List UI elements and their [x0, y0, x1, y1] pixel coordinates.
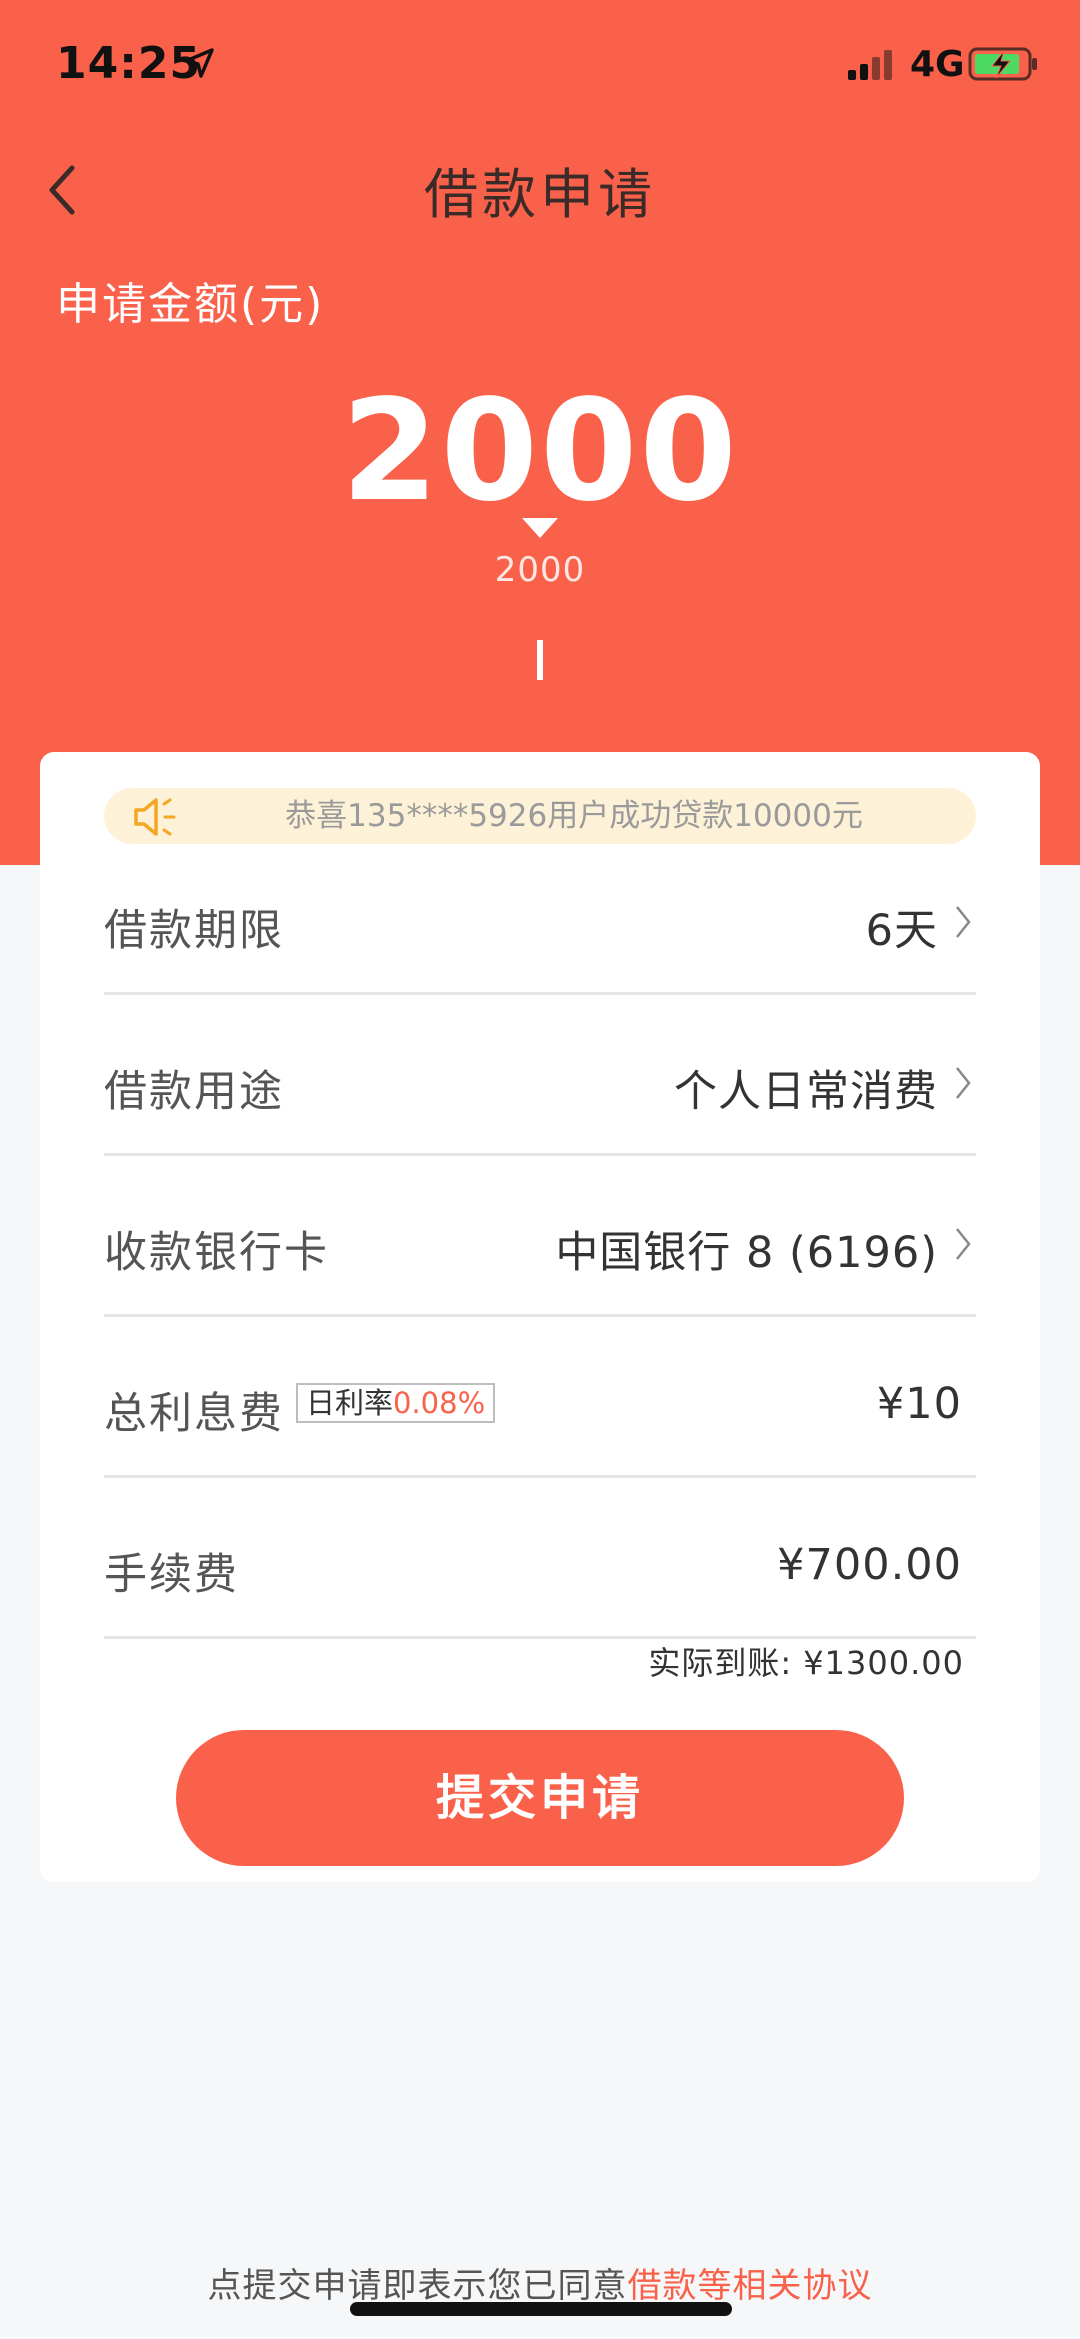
- row-service-fee: 手续费 ¥700.00: [104, 1478, 976, 1639]
- row-label: 总利息费: [104, 1389, 284, 1439]
- row-total-interest: 总利息费 日利率0.08% ¥10: [104, 1317, 976, 1478]
- row-bank-card[interactable]: 收款银行卡 中国银行 8 (6196): [104, 1156, 976, 1317]
- daily-rate-badge: 日利率0.08%: [296, 1383, 496, 1423]
- row-loan-purpose[interactable]: 借款用途 个人日常消费: [104, 995, 976, 1156]
- page-title: 借款申请: [424, 163, 656, 226]
- daily-rate-label: 日利率: [306, 1386, 394, 1420]
- row-value: 个人日常消费: [674, 1067, 938, 1117]
- slider-pointer-icon: [522, 518, 558, 538]
- chevron-right-icon: [956, 1067, 971, 1099]
- row-label: 借款用途: [104, 1067, 284, 1117]
- chevron-right-icon: [956, 1228, 971, 1260]
- row-loan-term[interactable]: 借款期限 6天: [104, 834, 976, 995]
- agreement-text: 点提交申请即表示您已同意借款等相关协议: [0, 2258, 1080, 2307]
- amount-value: 2000: [341, 370, 739, 533]
- submit-application-button[interactable]: 提交申请: [176, 1730, 904, 1866]
- speaker-icon: [134, 798, 176, 836]
- row-value: 中国银行 8 (6196): [555, 1228, 938, 1278]
- amount-label: 申请金额(元): [56, 279, 325, 330]
- row-value: ¥700.00: [777, 1540, 962, 1590]
- location-arrow-icon: [184, 48, 214, 78]
- chevron-right-icon: [956, 906, 971, 938]
- network-type: 4G: [910, 44, 965, 85]
- loan-details-card: 恭喜135****5926用户成功贷款10000元 借款期限 6天 借款用途 个…: [40, 752, 1040, 1882]
- signal-icon: [848, 50, 892, 80]
- home-indicator[interactable]: [350, 2302, 732, 2316]
- loan-application-screen: 14:25 4G 借款申请 申请金额(元) 2000 2000 恭喜135***…: [0, 0, 1080, 2339]
- slider-value: 2000: [494, 550, 586, 590]
- amount-slider[interactable]: [537, 640, 543, 680]
- row-value: ¥10: [876, 1379, 962, 1429]
- row-label: 手续费: [104, 1550, 239, 1600]
- actual-received-amount: 实际到账: ¥1300.00: [648, 1644, 964, 1682]
- row-value: 6天: [865, 906, 938, 956]
- agreement-prefix: 点提交申请即表示您已同意: [207, 2266, 628, 2306]
- notice-text: 恭喜135****5926用户成功贷款10000元: [285, 798, 863, 834]
- status-time: 14:25: [56, 38, 202, 89]
- status-bar: 14:25 4G: [0, 0, 1080, 130]
- daily-rate-value: 0.08%: [393, 1386, 486, 1420]
- row-label: 收款银行卡: [104, 1228, 329, 1278]
- battery-charging-icon: [968, 47, 1037, 81]
- row-label: 借款期限: [104, 906, 284, 956]
- agreement-link[interactable]: 借款等相关协议: [628, 2266, 873, 2306]
